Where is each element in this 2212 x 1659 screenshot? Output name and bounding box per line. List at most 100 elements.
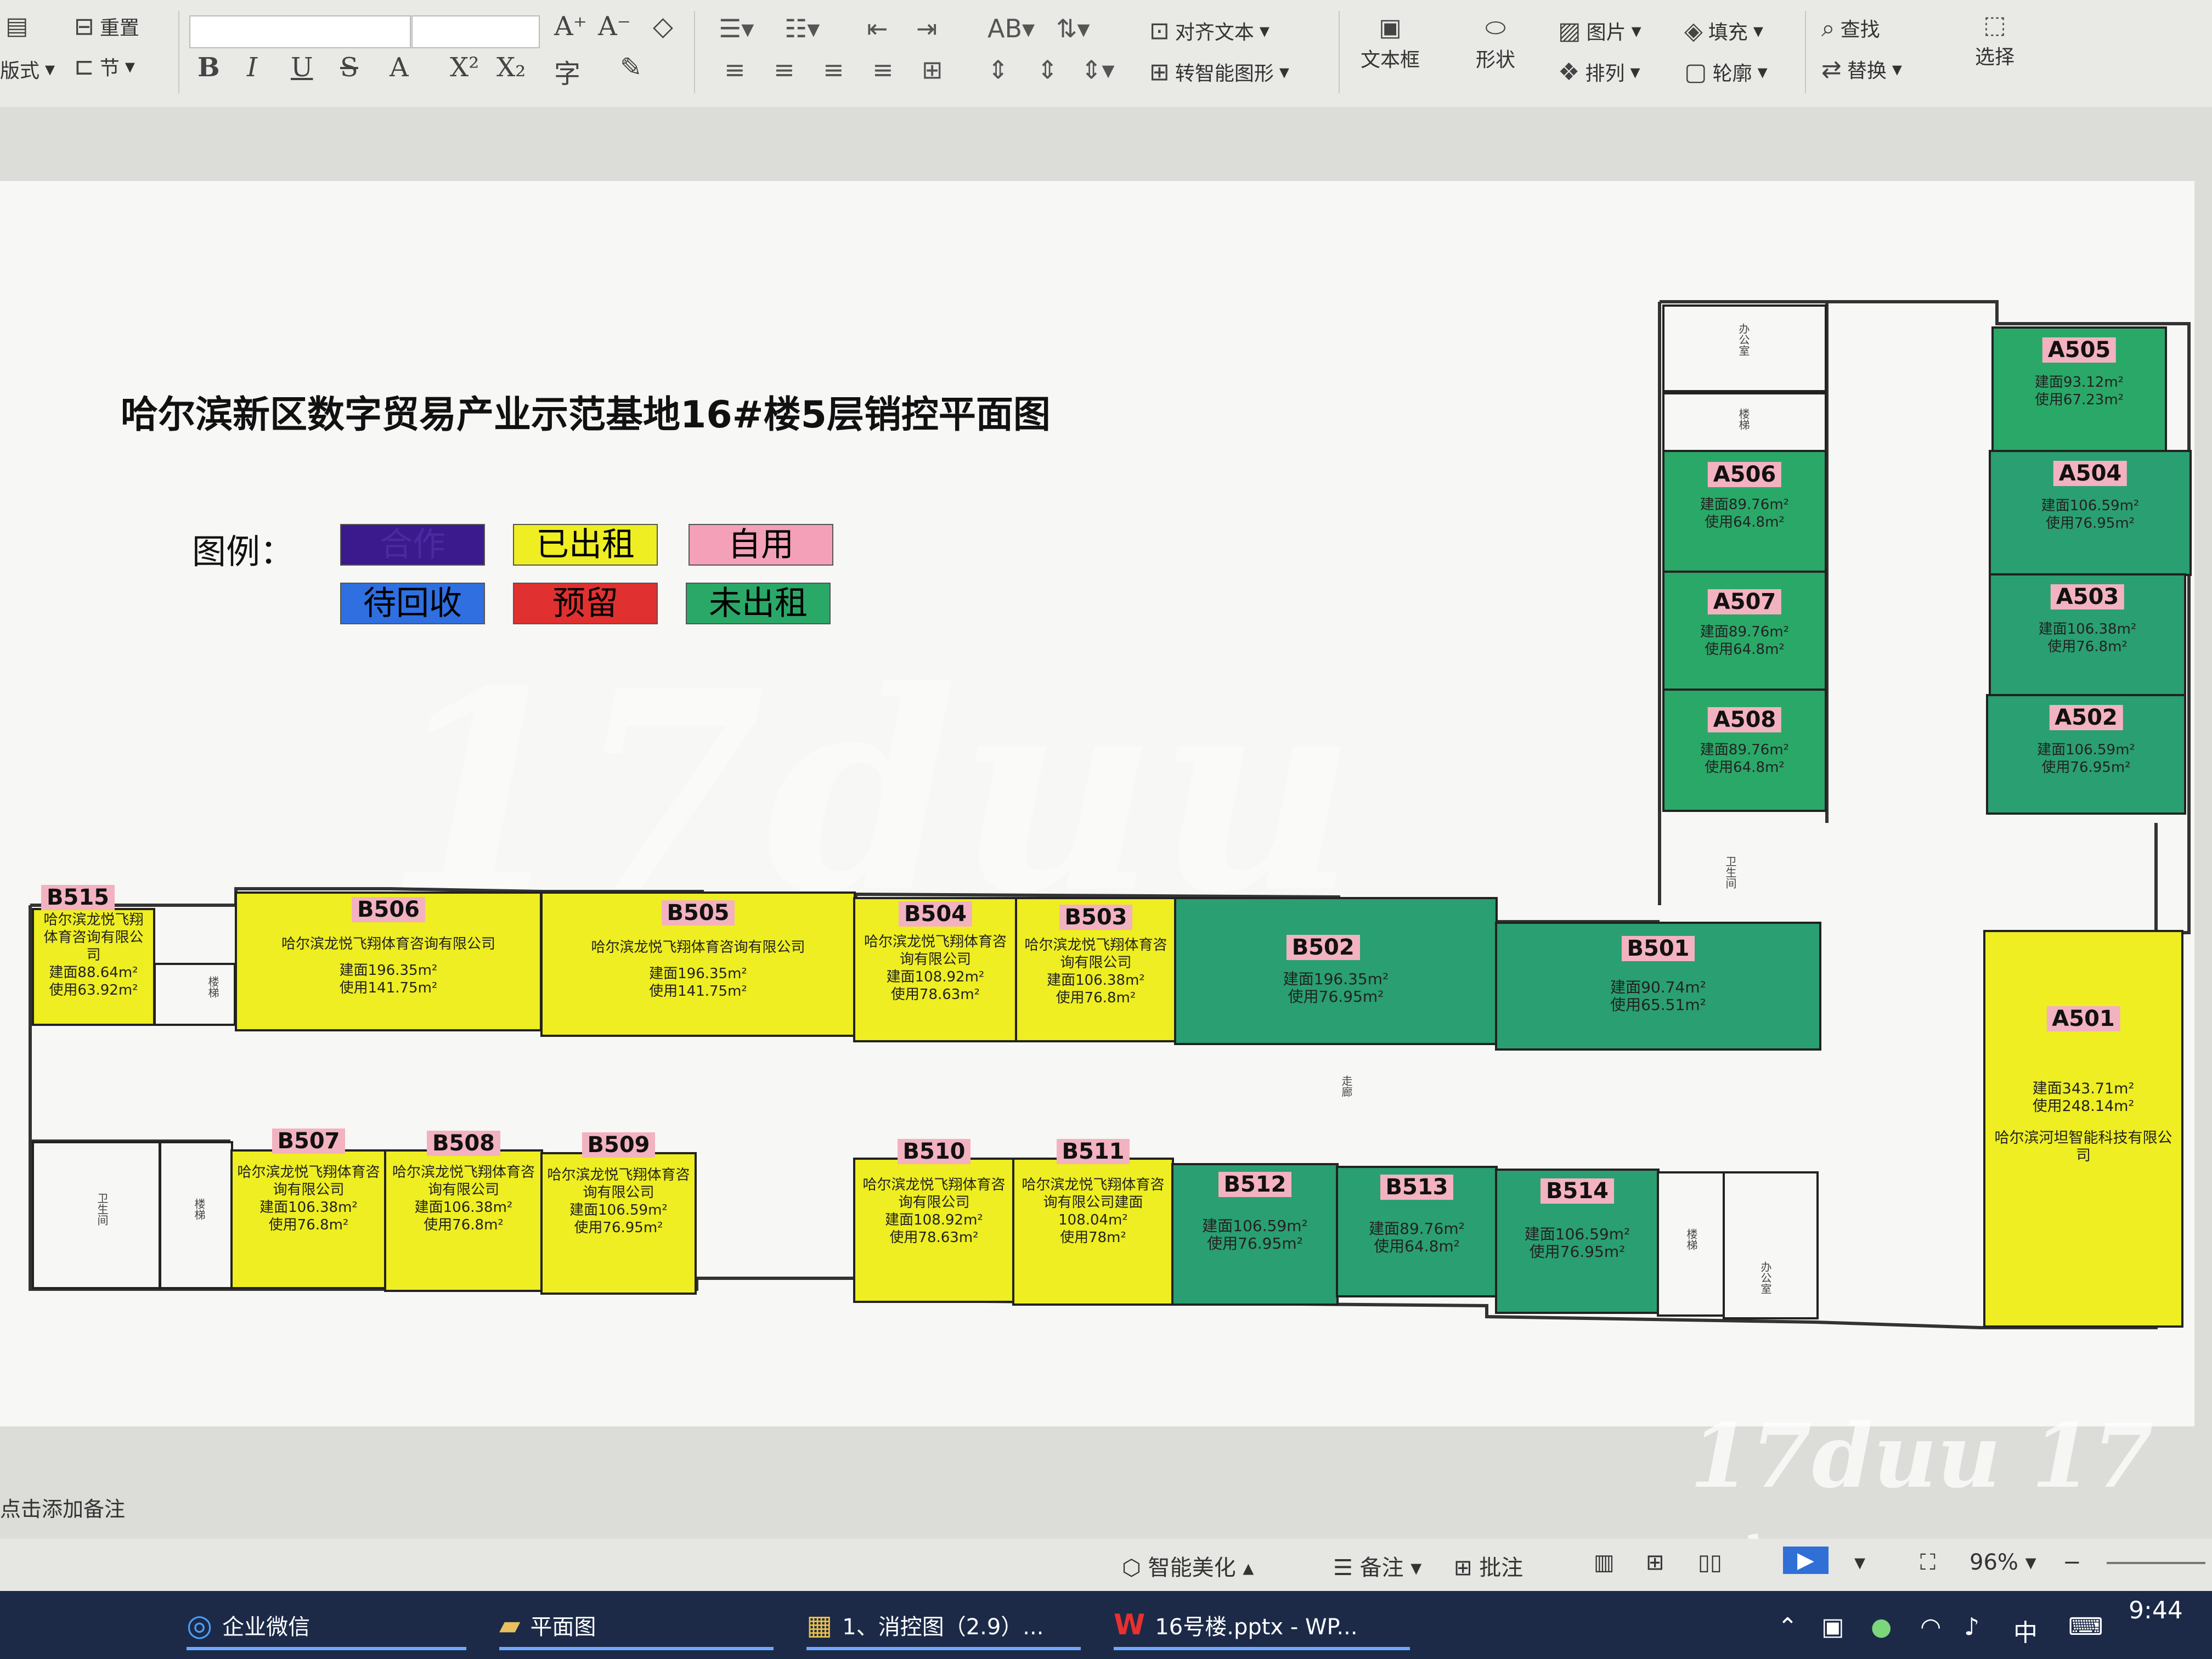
increase-indent-icon[interactable]: ⇥ [916,14,938,43]
textbox-button[interactable]: ▣ 文本框 [1361,14,1420,72]
smart-art-button[interactable]: ⊞ 转智能图形 ▾ [1149,58,1289,86]
clock[interactable]: 9:44 [2129,1596,2183,1624]
room-stair-d[interactable]: 楼梯 [1657,1171,1725,1317]
phonetic-icon[interactable]: 字 [554,52,580,91]
font-name-field[interactable] [189,15,411,48]
distribute-icon[interactable]: ⊞ [922,55,943,84]
picture-button[interactable]: ▨ 图片 ▾ [1558,16,1641,45]
unit-B511[interactable]: B511 哈尔滨龙悦飞翔体育咨询有限公司建面108.04m² 使用78m² [1012,1139,1174,1306]
unit-B512[interactable]: B512 建面106.59m² 使用76.95m² [1171,1163,1339,1306]
decrease-font-icon[interactable]: A⁻ [598,11,631,42]
room-stair[interactable]: 楼梯 [1662,392,1827,453]
network-icon[interactable]: ◠ [1920,1613,1941,1641]
unit-A508[interactable]: A508 建面89.76m² 使用64.8m² [1662,689,1827,812]
layout-label-button[interactable]: 版式 ▾ [0,55,55,83]
align-text-button[interactable]: ⊡ 对齐文本 ▾ [1149,16,1269,45]
room-restroom-b[interactable]: 卫生间 [32,1141,161,1289]
play-menu-icon[interactable]: ▾ [1854,1550,1865,1575]
decrease-indent-icon[interactable]: ⇤ [867,14,888,43]
strikethrough-button[interactable]: S [340,52,358,83]
unit-A503[interactable]: A503 建面106.38m² 使用76.8m² [1989,573,2186,697]
fit-window-icon[interactable]: ⛶ [1920,1550,1936,1575]
sort-icon[interactable]: ⇅▾ [1056,14,1090,43]
tray-app-icon[interactable]: ▣ [1821,1613,1844,1641]
taskbar-item-wecom[interactable]: ◎ 企业微信 [187,1603,466,1650]
arrange-button[interactable]: ❖ 排列 ▾ [1558,58,1640,86]
layout-button[interactable]: ▤ [5,12,29,40]
text-direction-icon[interactable]: AB▾ [988,14,1035,43]
unit-B513[interactable]: B513 建面89.76m² 使用64.8m² [1336,1166,1498,1297]
zoom-select[interactable]: 96% ▾ [1970,1550,2036,1575]
unit-B514[interactable]: B514 建面106.59m² 使用76.95m² [1495,1169,1660,1314]
normal-view-icon[interactable]: ▥ [1594,1550,1615,1575]
unit-A505[interactable]: A505 建面93.12m² 使用67.23m² [1991,326,2167,453]
play-icon[interactable]: ▶ [1783,1547,1829,1574]
font-color-button[interactable]: A [390,52,409,83]
taskbar-item-wps[interactable]: W 16号楼.pptx - WP... [1114,1603,1410,1650]
align-center-icon[interactable]: ≡ [774,55,795,84]
para-spacing-icon[interactable]: ⇕ [1037,55,1058,84]
reading-view-icon[interactable]: ▯▯ [1698,1550,1722,1575]
notes-placeholder[interactable]: 点击添加备注 [0,1492,125,1522]
line-spacing-icon[interactable]: ⇕ [988,55,1009,84]
unit-B508[interactable]: B508 哈尔滨龙悦飞翔体育咨询有限公司 建面106.38m² 使用76.8m² [384,1131,543,1292]
superscript-button[interactable]: X² [450,52,479,83]
tray-chevron-icon[interactable]: ⌃ [1778,1613,1798,1641]
taskbar-item-floorplan[interactable]: ▰ 平面图 [499,1603,774,1650]
justify-icon[interactable]: ≡ [872,55,894,84]
unit-A504[interactable]: A504 建面106.59m² 使用76.95m² [1989,450,2192,576]
underline-button[interactable]: U [291,52,313,83]
select-button[interactable]: ⬚ 选择 [1975,11,2015,70]
taskbar-item-fire-control[interactable]: ▦ 1、消控图（2.9）... [806,1603,1081,1650]
bullet-list-icon[interactable]: ☰▾ [719,14,754,43]
comment-button[interactable]: ⊞ 批注 [1454,1550,1523,1582]
increase-font-icon[interactable]: A⁺ [554,11,587,42]
line-spacing-menu-icon[interactable]: ⇕▾ [1081,55,1115,84]
reset-button[interactable]: ⊟ 重置 [74,12,139,41]
unit-A507[interactable]: A507 建面89.76m² 使用64.8m² [1662,571,1827,691]
unit-B503[interactable]: B503 哈尔滨龙悦飞翔体育咨询有限公司 建面106.38m² 使用76.8m² [1015,897,1177,1042]
unit-usable-area: 使用64.8m² [1705,514,1785,531]
unit-B501[interactable]: B501 建面90.74m² 使用65.51m² [1495,922,1821,1051]
textbox-label: 文本框 [1361,49,1420,71]
bold-button[interactable]: B [198,52,220,83]
unit-A502[interactable]: A502 建面106.59m² 使用76.95m² [1986,694,2186,815]
sorter-view-icon[interactable]: ⊞ [1646,1550,1664,1575]
unit-A501[interactable]: A501 建面343.71m² 使用248.14m² 哈尔滨河坦智能科技有限公司 [1983,930,2183,1328]
align-right-icon[interactable]: ≡ [823,55,844,84]
unit-B504[interactable]: B504 哈尔滨龙悦飞翔体育咨询有限公司 建面108.92m² 使用78.63m… [853,897,1018,1042]
zoom-out-icon[interactable]: − [2063,1550,2081,1575]
smart-beautify-button[interactable]: ⬡ 智能美化 ▴ [1122,1550,1254,1582]
subscript-button[interactable]: X₂ [496,52,526,83]
unit-B515[interactable]: B515 哈尔滨龙悦飞翔体育咨询有限公司 建面88.64m² 使用63.92m² [32,885,155,1026]
find-button[interactable]: ⌕ 查找 [1821,14,1880,42]
unit-B502[interactable]: B502 建面196.35m² 使用76.95m² [1174,897,1498,1045]
room-stair-b[interactable]: 楼梯 [154,963,236,1026]
room-office[interactable]: 办公室 [1662,304,1827,392]
ime-indicator[interactable]: 中 [2013,1613,2038,1648]
zoom-slider[interactable] [2107,1562,2205,1564]
fill-button[interactable]: ◈ 填充 ▾ [1684,16,1763,45]
unit-B506[interactable]: B506 哈尔滨龙悦飞翔体育咨询有限公司 建面196.35m² 使用141.75… [235,891,542,1031]
room-office-b[interactable]: 办公室 [1723,1171,1819,1319]
unit-B507[interactable]: B507 哈尔滨龙悦飞翔体育咨询有限公司 建面106.38m² 使用76.8m² [230,1128,387,1289]
unit-B510[interactable]: B510 哈尔滨龙悦飞翔体育咨询有限公司 建面108.92m² 使用78.63m… [853,1139,1015,1303]
room-stair-c[interactable]: 楼梯 [159,1141,233,1289]
italic-button[interactable]: I [247,52,257,83]
shape-button[interactable]: ⬭ 形状 [1476,14,1515,72]
highlight-icon[interactable]: ✎ [620,52,642,83]
outline-button[interactable]: ▢ 轮廓 ▾ [1684,58,1768,86]
unit-B509[interactable]: B509 哈尔滨龙悦飞翔体育咨询有限公司 建面106.59m² 使用76.95m… [540,1132,697,1295]
font-size-field[interactable] [411,15,540,48]
unit-B505[interactable]: B505 哈尔滨龙悦飞翔体育咨询有限公司 建面196.35m² 使用141.75… [540,891,856,1037]
volume-icon[interactable]: ♪ [1964,1613,1979,1641]
unit-A506[interactable]: A506 建面89.76m² 使用64.8m² [1662,450,1827,573]
clear-format-icon[interactable]: ◇ [653,11,673,42]
numbered-list-icon[interactable]: ☷▾ [785,14,820,43]
align-left-icon[interactable]: ≡ [724,55,746,84]
notes-button[interactable]: ☰ 备注 ▾ [1333,1550,1421,1582]
section-button[interactable]: ⊏ 节 ▾ [74,52,135,81]
replace-button[interactable]: ⇄ 替换 ▾ [1821,55,1902,83]
tray-wechat-icon[interactable]: ● [1871,1613,1892,1641]
ime-mode-icon[interactable]: ⌨ [2068,1613,2103,1641]
